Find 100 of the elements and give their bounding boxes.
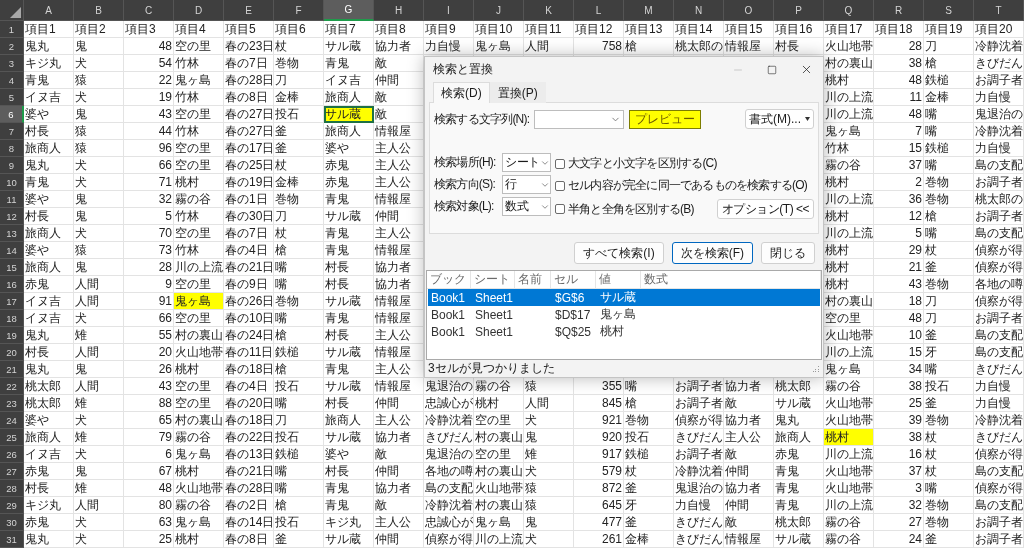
table-cell-text: $G$6 [554,290,586,305]
column-header[interactable]: A [24,0,74,21]
table-cell: 旅商人 [324,412,374,429]
checkbox[interactable] [555,158,565,169]
table-cell: 43 [124,106,174,123]
table-cell: 猿 [74,72,124,89]
row-header[interactable]: 30 [0,514,24,531]
row-header[interactable]: 31 [0,531,24,548]
column-header[interactable]: R [874,0,924,21]
table-cell: 鬼丸 [24,157,74,174]
row-header[interactable]: 6 [0,106,24,123]
row-header[interactable]: 25 [0,429,24,446]
search-field[interactable] [534,109,625,129]
result-row[interactable]: Book1 Sheet1 $Q$25 桃村 [428,323,820,340]
row-header[interactable]: 3 [0,55,24,72]
row-header[interactable]: 2 [0,38,24,55]
table-cell: 845 [574,395,624,412]
row-header[interactable]: 9 [0,157,24,174]
row-header[interactable]: 21 [0,361,24,378]
column-header[interactable]: E [224,0,274,21]
column-header[interactable]: G [324,0,374,21]
column-header[interactable]: M [624,0,674,21]
column-header[interactable]: D [174,0,224,21]
row-header[interactable]: 17 [0,293,24,310]
column-header[interactable]: S [924,0,974,21]
table-cell: 80 [124,497,174,514]
row-header[interactable]: 16 [0,276,24,293]
dialog-button[interactable]: 次を検索(F) [671,242,753,264]
result-row[interactable]: Book1 Sheet1 $G$6 サル蔵 [428,289,820,306]
table-cell: 872 [574,480,624,497]
column-header[interactable]: L [574,0,624,21]
table-cell: 鬼退治の [424,446,474,463]
format-button[interactable]: 書式(M)... [745,109,814,129]
row-header[interactable]: 7 [0,123,24,140]
table-cell: 37 [874,157,924,174]
checkbox[interactable] [555,180,565,191]
dialog-tab[interactable]: 検索(D) [433,82,490,103]
table-cell: お調子者 [974,174,1024,191]
options-button[interactable]: オプション(T) << [716,199,814,219]
table-cell: 5 [124,208,174,225]
table-cell: 春の14日 [224,514,274,531]
row-header[interactable]: 5 [0,89,24,106]
dropdown[interactable]: 数式 [502,197,551,216]
column-header[interactable]: F [274,0,324,21]
table-cell: 鬼丸 [24,327,74,344]
column-header[interactable]: O [724,0,774,21]
column-header[interactable]: C [124,0,174,21]
dialog-button[interactable]: 閉じる [761,242,815,264]
row-header[interactable]: 19 [0,327,24,344]
table-cell: サル蔵 [324,344,374,361]
table-cell: 空の里 [174,225,224,242]
row-header[interactable]: 8 [0,140,24,157]
row-header[interactable]: 13 [0,225,24,242]
row-header[interactable]: 20 [0,344,24,361]
column-header[interactable]: P [774,0,824,21]
column-header[interactable]: B [74,0,124,21]
table-cell: 38 [874,55,924,72]
row-header[interactable]: 28 [0,480,24,497]
dialog-tab[interactable]: 置換(P) [489,82,546,103]
table-cell: 金棒 [624,531,674,548]
table-cell: 敵 [724,395,774,412]
row-header[interactable]: 10 [0,174,24,191]
table-cell: 敵 [374,446,424,463]
table-cell: 人間 [524,395,574,412]
table-cell: 19 [124,89,174,106]
row-header[interactable]: 24 [0,412,24,429]
dialog-button[interactable]: すべて検索(I) [574,242,664,264]
checkbox[interactable] [555,204,565,214]
select-all-corner[interactable] [0,0,24,21]
table-cell: 川の上流 [824,191,874,208]
table-cell: お調子者 [974,72,1024,89]
column-header[interactable]: T [974,0,1024,21]
row-header[interactable]: 14 [0,242,24,259]
table-cell: 桃村 [824,429,874,446]
column-header[interactable]: J [474,0,524,21]
table-cell: サル蔵 [324,106,374,123]
column-header[interactable]: N [674,0,724,21]
row-header[interactable]: 22 [0,378,24,395]
table-cell: 杖 [924,429,974,446]
row-header[interactable]: 29 [0,497,24,514]
dropdown[interactable]: 行 [502,175,551,194]
column-header[interactable]: K [524,0,574,21]
row-header[interactable]: 1 [0,21,24,38]
column-header[interactable]: I [424,0,474,21]
table-cell: 38 [874,429,924,446]
dropdown[interactable]: シート [502,153,551,172]
column-header[interactable]: H [374,0,424,21]
table-cell: イヌ吉 [24,293,74,310]
row-header[interactable]: 15 [0,259,24,276]
column-header[interactable]: Q [824,0,874,21]
row-header[interactable]: 27 [0,463,24,480]
table-cell: 赤鬼 [324,157,374,174]
result-row[interactable]: Book1 Sheet1 $D$17 鬼ヶ島 [428,306,820,323]
row-header[interactable]: 12 [0,208,24,225]
table-cell: 雉 [524,446,574,463]
row-header[interactable]: 26 [0,446,24,463]
row-header[interactable]: 23 [0,395,24,412]
row-header[interactable]: 4 [0,72,24,89]
row-header[interactable]: 18 [0,310,24,327]
row-header[interactable]: 11 [0,191,24,208]
